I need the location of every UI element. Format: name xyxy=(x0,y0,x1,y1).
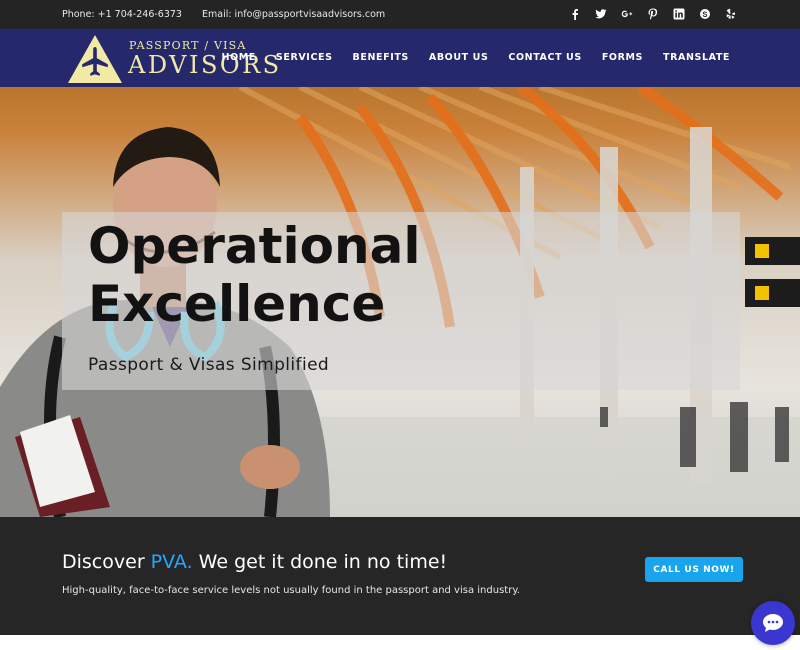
discover-description: High-quality, face-to-face service level… xyxy=(62,585,520,596)
pinterest-icon[interactable] xyxy=(646,6,660,22)
nav-services[interactable]: SERVICES xyxy=(276,52,333,63)
facebook-icon[interactable] xyxy=(568,6,582,22)
chat-bubble-icon xyxy=(763,614,783,632)
skype-icon[interactable] xyxy=(698,6,712,22)
nav-contact-us[interactable]: CONTACT US xyxy=(508,52,581,63)
site-logo[interactable]: PASSPORT / VISA ADVISORS xyxy=(67,33,279,85)
nav-translate[interactable]: TRANSLATE xyxy=(663,52,730,63)
chat-widget-button[interactable] xyxy=(751,601,795,645)
hero-title: Operational Excellence xyxy=(88,217,688,333)
discover-heading: Discover PVA. We get it done in no time! xyxy=(62,551,447,573)
google-plus-icon[interactable] xyxy=(620,6,634,22)
discover-heading-accent: PVA. xyxy=(150,551,193,573)
email-text[interactable]: Email: info@passportvisaadvisors.com xyxy=(202,9,385,20)
hero-title-line1: Operational xyxy=(88,217,421,275)
nav-home[interactable]: HOME xyxy=(222,52,256,63)
airplane-triangle-logo-icon xyxy=(68,35,122,83)
nav-about-us[interactable]: ABOUT US xyxy=(429,52,489,63)
discover-heading-suffix: We get it done in no time! xyxy=(192,551,448,573)
nav-forms[interactable]: FORMS xyxy=(602,52,643,63)
top-bar: Phone: +1 704-246-6373 Email: info@passp… xyxy=(0,0,800,29)
contact-info: Phone: +1 704-246-6373 Email: info@passp… xyxy=(62,9,385,20)
hero-banner: Operational Excellence Passport & Visas … xyxy=(0,87,800,517)
call-us-now-button[interactable]: CALL US NOW! xyxy=(645,557,743,582)
social-links xyxy=(568,6,738,22)
discover-section: Discover PVA. We get it done in no time!… xyxy=(0,517,800,635)
nav-benefits[interactable]: BENEFITS xyxy=(353,52,409,63)
twitter-icon[interactable] xyxy=(594,6,608,22)
linkedin-icon[interactable] xyxy=(672,6,686,22)
hero-subtitle: Passport & Visas Simplified xyxy=(88,355,330,375)
yelp-icon[interactable] xyxy=(724,6,738,22)
hero-title-line2: Excellence xyxy=(88,275,386,333)
primary-nav: HOME SERVICES BENEFITS ABOUT US CONTACT … xyxy=(222,52,730,63)
phone-text[interactable]: Phone: +1 704-246-6373 xyxy=(62,9,182,20)
discover-heading-prefix: Discover xyxy=(62,551,151,573)
footer-spacer xyxy=(0,635,800,650)
main-navbar: PASSPORT / VISA ADVISORS HOME SERVICES B… xyxy=(0,29,800,87)
